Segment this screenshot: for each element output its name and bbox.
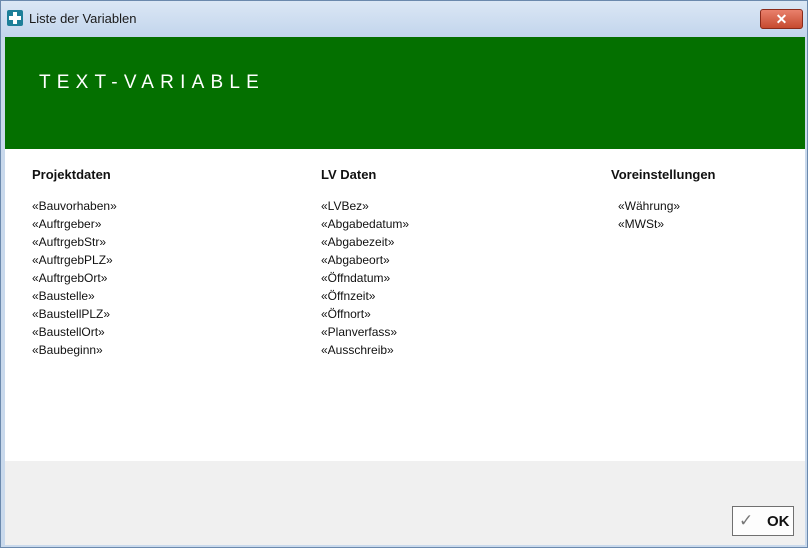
variable-list: «Bauvorhaben» «Auftrgeber» «AuftrgebStr»… (32, 197, 232, 359)
dialog-footer: ✓ OK (5, 461, 805, 545)
variable-item[interactable]: «LVBez» (321, 197, 521, 215)
dialog-window: Liste der Variablen ✕ TEXT-VARIABLE Proj… (0, 0, 808, 548)
window-title: Liste der Variablen (29, 11, 137, 26)
variable-item[interactable]: «Ausschreib» (321, 341, 521, 359)
variable-list: «Währung» «MWSt» (618, 197, 808, 233)
column-header: Voreinstellungen (611, 167, 716, 182)
variable-item[interactable]: «MWSt» (618, 215, 808, 233)
close-button[interactable]: ✕ (760, 9, 803, 29)
variable-item[interactable]: «Baustelle» (32, 287, 232, 305)
title-bar[interactable]: Liste der Variablen ✕ (1, 1, 807, 37)
ok-button[interactable]: ✓ OK (732, 506, 794, 536)
app-icon (7, 10, 23, 26)
variable-item[interactable]: «Öffndatum» (321, 269, 521, 287)
variable-item[interactable]: «Auftrgeber» (32, 215, 232, 233)
column-voreinstellungen: Voreinstellungen «Währung» «MWSt» (611, 167, 716, 231)
variable-item[interactable]: «AuftrgebOrt» (32, 269, 232, 287)
variable-item[interactable]: «Baubeginn» (32, 341, 232, 359)
variable-item[interactable]: «Abgabezeit» (321, 233, 521, 251)
variable-item[interactable]: «Währung» (618, 197, 808, 215)
variable-item[interactable]: «BaustellPLZ» (32, 305, 232, 323)
check-icon: ✓ (739, 511, 754, 530)
column-projektdaten: Projektdaten «Bauvorhaben» «Auftrgeber» … (32, 167, 117, 357)
variable-item[interactable]: «Bauvorhaben» (32, 197, 232, 215)
column-header: Projektdaten (32, 167, 111, 182)
variable-item[interactable]: «Abgabeort» (321, 251, 521, 269)
dialog-content: TEXT-VARIABLE Projektdaten «Bauvorhaben»… (5, 37, 805, 545)
variable-list: «LVBez» «Abgabedatum» «Abgabezeit» «Abga… (321, 197, 521, 359)
header-banner: TEXT-VARIABLE (5, 37, 805, 149)
banner-title: TEXT-VARIABLE (39, 72, 265, 93)
variable-item[interactable]: «AuftrgebStr» (32, 233, 232, 251)
variable-item[interactable]: «Öffnort» (321, 305, 521, 323)
column-header: LV Daten (321, 167, 377, 182)
variable-item[interactable]: «AuftrgebPLZ» (32, 251, 232, 269)
variable-item[interactable]: «Abgabedatum» (321, 215, 521, 233)
column-lv-daten: LV Daten «LVBez» «Abgabedatum» «Abgabeze… (321, 167, 409, 357)
variable-item[interactable]: «Planverfass» (321, 323, 521, 341)
variable-item[interactable]: «BaustellOrt» (32, 323, 232, 341)
variable-item[interactable]: «Öffnzeit» (321, 287, 521, 305)
ok-label: OK (767, 513, 790, 530)
